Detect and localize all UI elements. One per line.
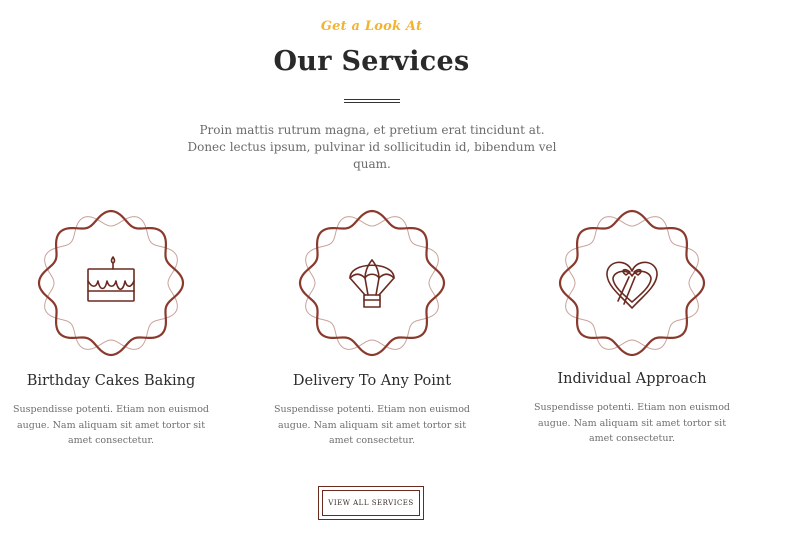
title-divider <box>344 102 400 103</box>
title-divider <box>344 99 400 100</box>
wavy-badge <box>512 208 752 358</box>
service-description: Suspendisse potenti. Etiam non euismod a… <box>533 402 730 444</box>
heart-gift-box-icon <box>606 261 658 309</box>
wavy-badge <box>252 208 492 358</box>
cake-icon <box>87 256 135 302</box>
service-title: Individual Approach <box>557 371 707 387</box>
section-eyebrow: Get a Look At <box>320 19 423 34</box>
section-title: Our Services <box>273 46 470 77</box>
view-all-services-button[interactable]: VIEW ALL SERVICES <box>318 486 424 520</box>
view-all-services-label: VIEW ALL SERVICES <box>322 490 420 516</box>
wavy-badge <box>0 208 231 358</box>
section-intro: Proin mattis rutrum magna, et pretium er… <box>187 123 557 171</box>
parachute-delivery-icon <box>349 259 395 308</box>
service-description: Suspendisse potenti. Etiam non euismod a… <box>273 404 470 446</box>
service-title: Birthday Cakes Baking <box>26 373 196 389</box>
service-title: Delivery To Any Point <box>292 373 452 389</box>
service-description: Suspendisse potenti. Etiam non euismod a… <box>12 404 209 446</box>
